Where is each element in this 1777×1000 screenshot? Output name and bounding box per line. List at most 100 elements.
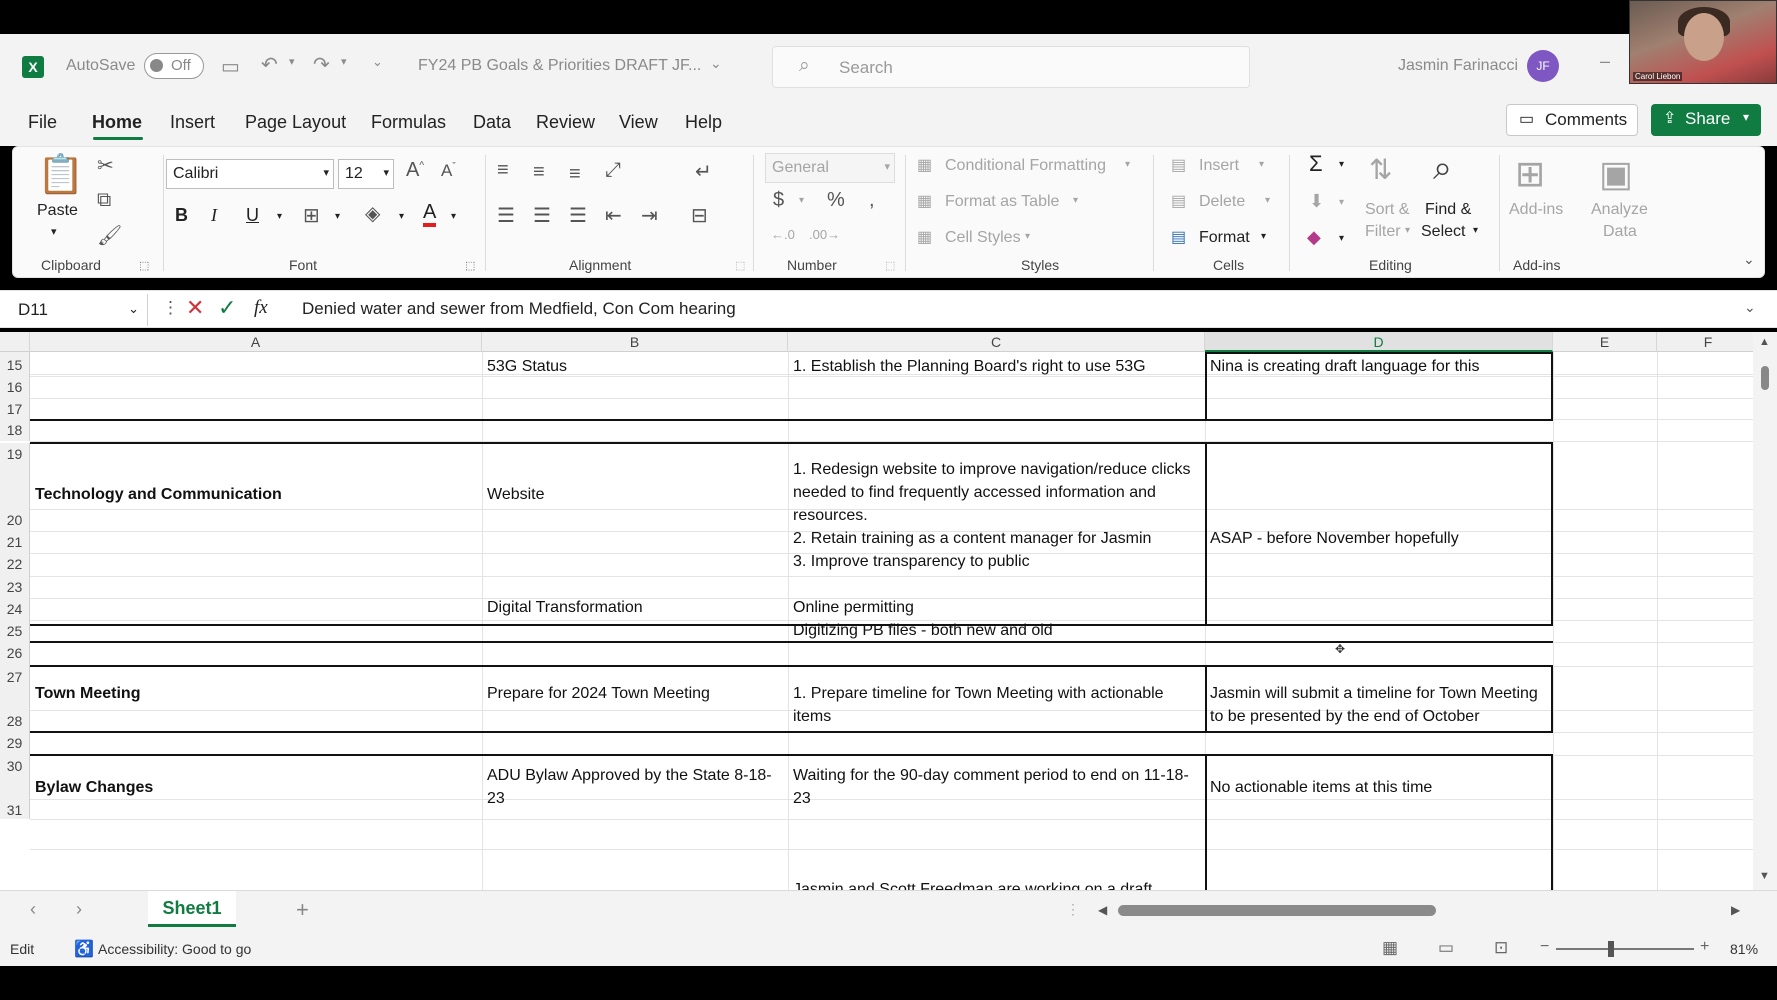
tab-help[interactable]: Help	[685, 112, 722, 133]
row-header[interactable]: 22	[0, 553, 30, 576]
insert-function-icon[interactable]: fx	[254, 297, 268, 319]
cell-b27[interactable]: Prepare for 2024 Town Meeting	[484, 682, 710, 705]
clipboard-launcher-icon[interactable]: ⬚	[139, 259, 149, 272]
formula-input[interactable]: Denied water and sewer from Medfield, Co…	[302, 299, 736, 319]
row-header[interactable]: 27	[0, 666, 30, 710]
cell-d27b[interactable]: to be presented by the end of October	[1207, 705, 1480, 728]
zoom-out-icon[interactable]: −	[1540, 938, 1549, 956]
copy-icon[interactable]: ⧉	[97, 189, 111, 212]
decrease-font-icon[interactable]: Aˇ	[441, 161, 456, 181]
scroll-down-icon[interactable]: ▼	[1759, 870, 1770, 882]
cell-c24[interactable]: Digitizing PB files - both new and old	[790, 619, 1053, 642]
cell-d20[interactable]: ASAP - before November hopefully	[1207, 527, 1459, 550]
find-select-label-1[interactable]: Find &	[1425, 201, 1471, 219]
comments-button[interactable]: ▭ Comments	[1506, 104, 1638, 136]
add-ins-label[interactable]: Add-ins	[1509, 201, 1563, 219]
customize-qat-icon[interactable]: ⌄	[372, 54, 383, 70]
align-middle-icon[interactable]: ≡	[533, 161, 545, 184]
sort-filter-label-1[interactable]: Sort &	[1365, 201, 1409, 219]
chevron-down-icon[interactable]: ▾	[1473, 225, 1478, 236]
chevron-down-icon[interactable]: ▾	[1261, 231, 1266, 242]
row-header[interactable]: 30	[0, 755, 30, 799]
cell-d27a[interactable]: Jasmin will submit a timeline for Town M…	[1207, 682, 1538, 705]
insert-cells-icon[interactable]: ▤	[1171, 155, 1186, 175]
borders-dropdown-icon[interactable]: ▾	[335, 211, 340, 222]
cell-c27a[interactable]: 1. Prepare timeline for Town Meeting wit…	[790, 682, 1164, 705]
undo-icon[interactable]: ↶	[261, 52, 278, 77]
row-header[interactable]: 21	[0, 531, 30, 553]
more-icon[interactable]: ⋮	[1066, 901, 1080, 918]
cell-c21[interactable]: 3. Improve transparency to public	[790, 550, 1030, 573]
redo-dropdown-icon[interactable]: ▾	[341, 55, 347, 68]
font-color-icon[interactable]: A	[423, 201, 437, 227]
column-header-f[interactable]: F	[1657, 332, 1760, 352]
increase-indent-icon[interactable]: ⇥	[641, 203, 658, 228]
more-options-icon[interactable]: ⋮	[162, 298, 179, 318]
column-header-d[interactable]: D	[1205, 332, 1553, 352]
percent-icon[interactable]: %	[827, 189, 845, 212]
tab-insert[interactable]: Insert	[170, 112, 215, 133]
align-bottom-icon[interactable]: ≡	[569, 163, 581, 186]
paste-label[interactable]: Paste	[37, 202, 78, 220]
analyze-data-label-1[interactable]: Analyze	[1591, 201, 1648, 219]
row-header[interactable]: 31	[0, 799, 30, 819]
chevron-down-icon[interactable]: ▾	[1259, 159, 1264, 170]
format-as-table-button[interactable]: Format as Table	[945, 193, 1059, 211]
font-size-combo[interactable]: 12 ▾	[338, 159, 394, 189]
cell-c19b[interactable]: needed to find frequently accessed infor…	[790, 481, 1156, 504]
align-left-icon[interactable]: ☰	[497, 203, 515, 228]
underline-dropdown-icon[interactable]: ▾	[277, 211, 282, 222]
insert-cells-button[interactable]: Insert	[1199, 157, 1239, 175]
font-color-dropdown-icon[interactable]: ▾	[451, 211, 456, 222]
chevron-down-icon[interactable]: ▾	[1125, 159, 1130, 170]
cell-b30a[interactable]: ADU Bylaw Approved by the State 8-18-	[484, 764, 772, 787]
title-dropdown-icon[interactable]: ⌄	[710, 55, 722, 72]
cell-styles-icon[interactable]: ▦	[917, 227, 932, 247]
next-sheet-icon[interactable]: ›	[76, 899, 82, 920]
wrap-text-icon[interactable]: ↵	[695, 159, 712, 184]
sheet-tab-sheet1[interactable]: Sheet1	[148, 891, 236, 927]
analyze-data-label-2[interactable]: Data	[1603, 223, 1637, 241]
fill-icon[interactable]: ⬇	[1309, 191, 1324, 212]
document-title[interactable]: FY24 PB Goals & Priorities DRAFT JF...	[418, 57, 701, 75]
chevron-down-icon[interactable]: ▾	[1025, 231, 1030, 242]
tab-file[interactable]: File	[28, 112, 57, 133]
column-header-e[interactable]: E	[1553, 332, 1657, 352]
chevron-down-icon[interactable]: ▾	[1073, 195, 1078, 206]
zoom-in-icon[interactable]: +	[1700, 938, 1709, 956]
number-launcher-icon[interactable]: ⬚	[885, 259, 895, 272]
avatar[interactable]: JF	[1527, 50, 1559, 82]
currency-dropdown-icon[interactable]: ▾	[799, 195, 804, 206]
share-button[interactable]: ⇪ Share ▾	[1651, 104, 1761, 136]
row-header[interactable]: 19	[0, 443, 30, 509]
format-as-table-icon[interactable]: ▦	[917, 191, 932, 211]
row-header[interactable]: 28	[0, 710, 30, 732]
cell-b15[interactable]: 53G Status	[484, 355, 567, 378]
cell-c30a[interactable]: Waiting for the 90-day comment period to…	[790, 764, 1189, 787]
find-select-icon[interactable]: ⌕	[1433, 149, 1452, 188]
worksheet-grid[interactable]: A B C D E F ▲ ▼ 141516171819202122232425…	[0, 332, 1777, 890]
row-header[interactable]: 25	[0, 620, 30, 642]
column-header-b[interactable]: B	[482, 332, 788, 352]
row-header[interactable]: 23	[0, 576, 30, 598]
number-format-combo[interactable]: General ▾	[765, 153, 895, 183]
accessibility-status[interactable]: Accessibility: Good to go	[98, 941, 251, 957]
cell-d15[interactable]: Nina is creating draft language for this	[1207, 355, 1479, 378]
analyze-data-icon[interactable]: ▣	[1599, 153, 1633, 195]
cell-d30[interactable]: No actionable items at this time	[1207, 776, 1432, 799]
comma-style-icon[interactable]: ,	[869, 189, 875, 212]
add-ins-icon[interactable]: ⊞	[1515, 153, 1545, 195]
enter-check-icon[interactable]: ✓	[218, 295, 236, 321]
cell-c20[interactable]: 2. Retain training as a content manager …	[790, 527, 1151, 550]
merge-center-icon[interactable]: ⊟	[691, 203, 708, 228]
select-all-corner[interactable]	[0, 332, 30, 352]
autosave-toggle[interactable]: Off	[144, 53, 204, 79]
font-name-combo[interactable]: Calibri ▾	[166, 159, 334, 189]
cell-a27[interactable]: Town Meeting	[32, 682, 140, 705]
previous-sheet-icon[interactable]: ‹	[30, 899, 36, 920]
paste-dropdown-icon[interactable]: ▾	[51, 225, 57, 238]
cell-c19c[interactable]: resources.	[790, 504, 868, 527]
cell-b19[interactable]: Website	[484, 483, 545, 506]
row-header[interactable]: 16	[0, 376, 30, 398]
tab-formulas[interactable]: Formulas	[371, 112, 446, 133]
